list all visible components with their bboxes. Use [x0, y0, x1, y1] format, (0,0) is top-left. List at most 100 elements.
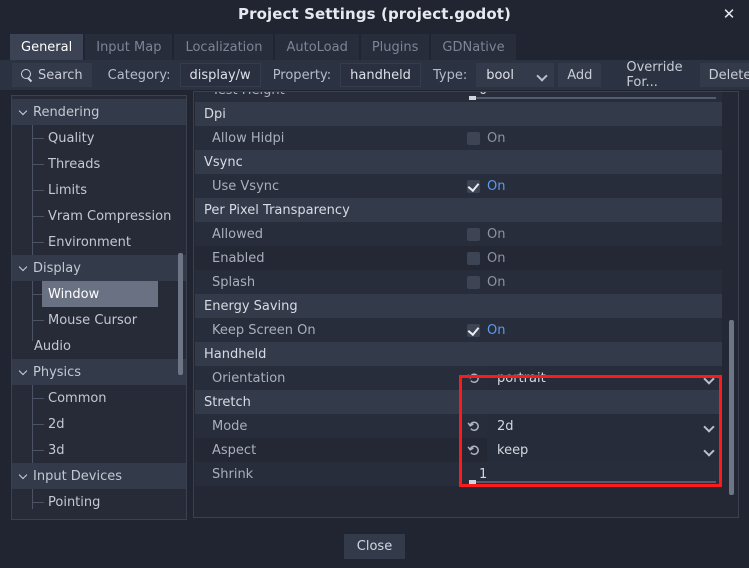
sidebar-item-physics[interactable]: Physics	[12, 359, 186, 385]
tab-input-map[interactable]: Input Map	[85, 34, 172, 60]
section-label: Stretch	[195, 395, 467, 410]
property-row-mode[interactable]: Mode 2d	[195, 414, 722, 438]
sidebar-item-label: Threads	[48, 157, 100, 172]
sidebar-item-input-devices[interactable]: Input Devices	[12, 463, 186, 489]
slider-knob[interactable]	[469, 480, 476, 484]
search-button-label: Search	[38, 68, 83, 83]
property-input[interactable]: handheld	[340, 63, 421, 87]
sidebar-item-label: Quality	[48, 131, 94, 146]
add-button-label: Add	[567, 68, 592, 83]
number-field[interactable]: 1	[467, 462, 722, 486]
property-label: Allow Hidpi	[195, 131, 467, 146]
property-row-test-height[interactable]: Test Height 0	[195, 91, 722, 102]
project-settings-dialog: Project Settings (project.godot) ✕ Gener…	[0, 0, 749, 568]
property-label: Property:	[261, 68, 340, 83]
search-button[interactable]: Search	[12, 63, 92, 87]
number-field[interactable]: 0	[467, 91, 722, 102]
checkbox-use-vsync[interactable]	[467, 180, 480, 193]
tab-bar: General Input Map Localization AutoLoad …	[0, 30, 749, 60]
sidebar-item-audio[interactable]: Audio	[12, 333, 186, 359]
slider-track[interactable]	[469, 97, 716, 99]
property-row-shrink[interactable]: Shrink 1	[195, 462, 722, 486]
checkbox-splash[interactable]	[467, 276, 480, 289]
add-button[interactable]: Add	[558, 63, 601, 87]
sidebar-scrollbar-thumb[interactable]	[178, 253, 183, 375]
dropdown-aspect[interactable]: keep	[487, 438, 722, 462]
property-row-keep-screen-on[interactable]: Keep Screen On On	[195, 318, 722, 342]
sidebar-item-label: Window	[48, 287, 99, 302]
property-label: Test Height	[195, 91, 467, 98]
checkbox-allowed[interactable]	[467, 228, 480, 241]
sidebar-item-quality[interactable]: Quality	[12, 125, 186, 151]
sidebar-item-label: Vram Compression	[48, 209, 171, 224]
slider-knob[interactable]	[469, 96, 476, 100]
sidebar-item-rendering[interactable]: Rendering	[12, 99, 186, 125]
sidebar-item-common[interactable]: Common	[12, 385, 186, 411]
sidebar-item-label: 2d	[48, 417, 65, 432]
chevron-down-icon	[538, 71, 547, 80]
search-icon	[21, 69, 33, 81]
property-label: Keep Screen On	[195, 323, 467, 338]
property-row-splash[interactable]: Splash On	[195, 270, 722, 294]
property-row-use-vsync[interactable]: Use Vsync On	[195, 174, 722, 198]
close-button[interactable]: Close	[344, 534, 405, 559]
sidebar-item-pointing[interactable]: Pointing	[12, 489, 186, 515]
tab-autoload-label: AutoLoad	[286, 40, 347, 55]
dropdown-mode[interactable]: 2d	[487, 414, 722, 438]
sidebar-item-3d[interactable]: 3d	[12, 437, 186, 463]
property-row-enabled[interactable]: Enabled On	[195, 246, 722, 270]
tab-plugins[interactable]: Plugins	[361, 34, 430, 60]
override-for-button-label: Override For...	[626, 60, 682, 90]
category-tree[interactable]: Rendering Quality Threads Limits Vram Co…	[11, 95, 187, 520]
sidebar-item-label: Display	[33, 261, 81, 276]
revert-icon[interactable]	[467, 443, 481, 457]
delete-button-label: Delete	[709, 68, 749, 83]
property-panel: Test Height 0 Dpi Allow Hidpi On	[193, 91, 739, 518]
property-row-allowed[interactable]: Allowed On	[195, 222, 722, 246]
slider-track[interactable]	[469, 481, 716, 483]
checkbox-label: On	[487, 131, 505, 146]
property-label: Allowed	[195, 227, 467, 242]
property-list-scrollbar-thumb[interactable]	[729, 320, 734, 495]
property-row-aspect[interactable]: Aspect keep	[195, 438, 722, 462]
dropdown-value: keep	[497, 443, 528, 458]
sidebar-item-window[interactable]: Window	[42, 281, 158, 307]
chevron-down-icon	[705, 422, 714, 431]
sidebar-item-2d[interactable]: 2d	[12, 411, 186, 437]
sidebar-item-label: Mouse Cursor	[48, 313, 137, 328]
sidebar-item-threads[interactable]: Threads	[12, 151, 186, 177]
number-value: 1	[479, 467, 487, 482]
dropdown-orientation[interactable]: portrait	[487, 366, 722, 390]
checkbox-allow-hidpi[interactable]	[467, 132, 480, 145]
checkbox-keep-screen-on[interactable]	[467, 324, 480, 337]
property-value: On	[467, 318, 722, 342]
property-value[interactable]: 1	[467, 462, 722, 486]
property-list: Test Height 0 Dpi Allow Hidpi On	[195, 91, 722, 486]
tab-general[interactable]: General	[10, 34, 83, 60]
checkbox-label: On	[487, 227, 505, 242]
close-icon[interactable]: ✕	[719, 4, 739, 24]
tab-gdnative[interactable]: GDNative	[431, 34, 515, 60]
sidebar-item-vram-compression[interactable]: Vram Compression	[12, 203, 186, 229]
property-label: Aspect	[195, 443, 467, 458]
sidebar-item-display[interactable]: Display	[12, 255, 186, 281]
delete-button[interactable]: Delete	[700, 63, 749, 87]
tab-input-map-label: Input Map	[96, 40, 161, 55]
tab-autoload[interactable]: AutoLoad	[275, 34, 358, 60]
property-row-orientation[interactable]: Orientation portrait	[195, 366, 722, 390]
sidebar-item-environment[interactable]: Environment	[12, 229, 186, 255]
property-value[interactable]: 0	[467, 91, 722, 102]
category-input[interactable]: display/w	[180, 63, 261, 87]
sidebar-item-mouse-cursor[interactable]: Mouse Cursor	[12, 307, 186, 333]
type-select[interactable]: bool	[476, 63, 554, 87]
revert-icon[interactable]	[467, 371, 481, 385]
revert-icon[interactable]	[467, 419, 481, 433]
section-label: Energy Saving	[195, 299, 467, 314]
override-for-button[interactable]: Override For...	[617, 63, 691, 87]
checkbox-enabled[interactable]	[467, 252, 480, 265]
tab-localization[interactable]: Localization	[174, 34, 273, 60]
dialog-footer: Close	[0, 524, 749, 568]
property-row-allow-hidpi[interactable]: Allow Hidpi On	[195, 126, 722, 150]
sidebar-item-limits[interactable]: Limits	[12, 177, 186, 203]
tab-plugins-label: Plugins	[372, 40, 419, 55]
